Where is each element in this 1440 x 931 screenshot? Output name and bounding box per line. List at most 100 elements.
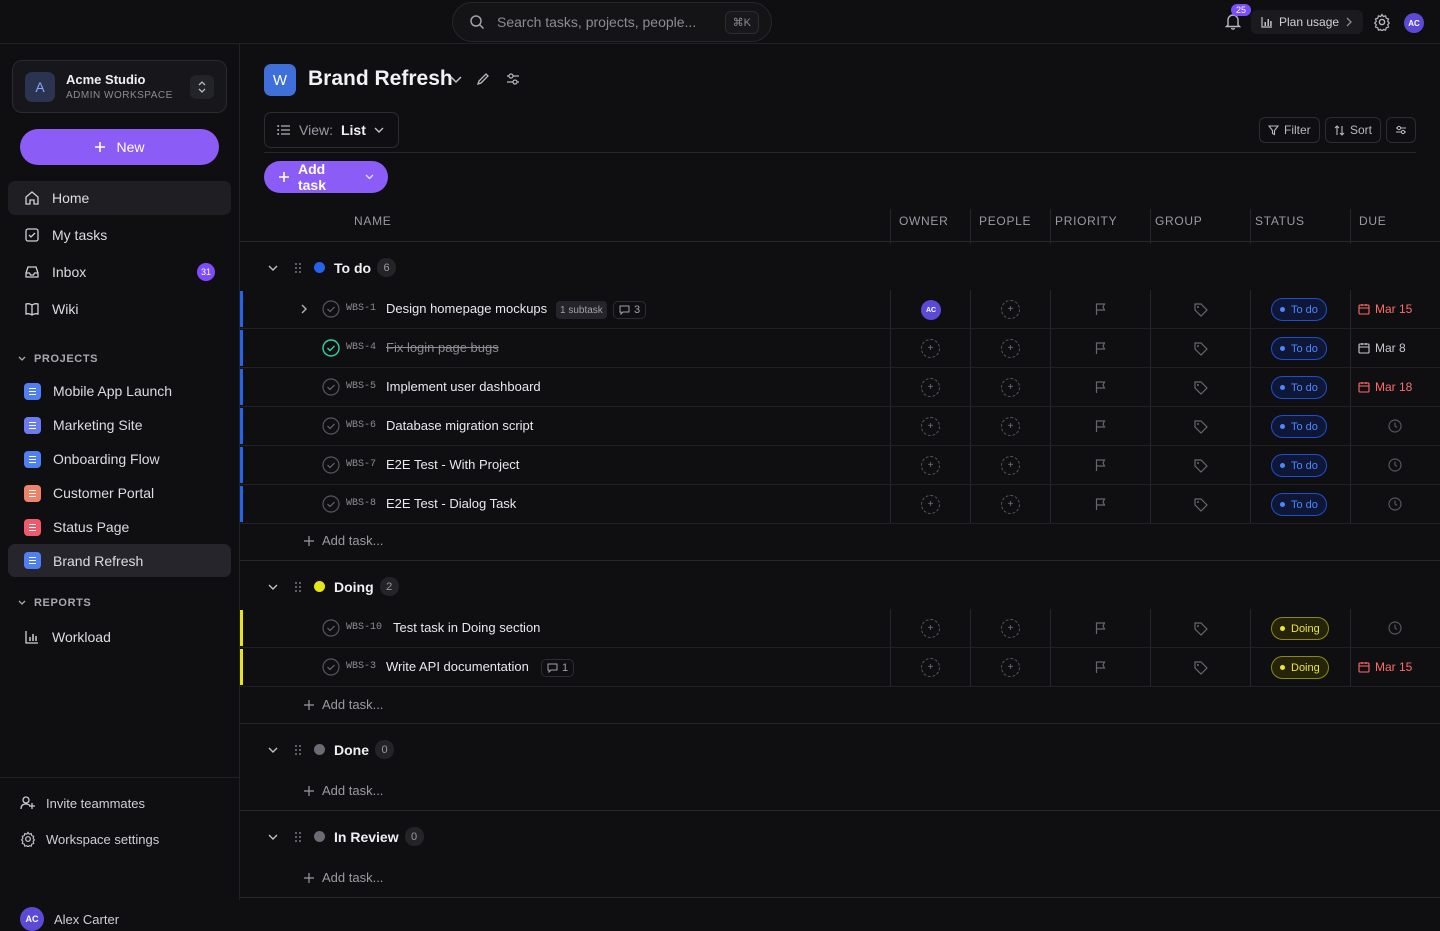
- flag-icon[interactable]: [1095, 498, 1107, 511]
- clock-icon[interactable]: [1388, 419, 1402, 433]
- add-owner-icon[interactable]: +: [921, 378, 940, 397]
- status-badge[interactable]: Doing: [1271, 656, 1329, 679]
- user-avatar[interactable]: AC: [1404, 13, 1424, 33]
- sidebar-item-inbox[interactable]: Inbox 31: [8, 255, 231, 289]
- tag-icon[interactable]: [1194, 420, 1208, 434]
- invite-teammates-button[interactable]: Invite teammates: [20, 795, 145, 811]
- column-header-people[interactable]: PEOPLE: [979, 214, 1031, 228]
- task-name[interactable]: Fix login page bugs: [386, 340, 499, 355]
- tag-icon[interactable]: [1194, 342, 1208, 356]
- column-header-priority[interactable]: PRIORITY: [1055, 214, 1117, 228]
- add-owner-icon[interactable]: +: [921, 456, 940, 475]
- add-task-row[interactable]: Add task...: [304, 870, 383, 885]
- due-date[interactable]: Mar 15: [1358, 302, 1412, 316]
- plan-usage-button[interactable]: Plan usage: [1251, 10, 1364, 34]
- check-circle-icon[interactable]: [322, 300, 340, 318]
- owner-avatar[interactable]: AC: [921, 300, 941, 320]
- add-people-icon[interactable]: +: [1001, 417, 1020, 436]
- chevron-right-icon[interactable]: [300, 303, 308, 315]
- tag-icon[interactable]: [1194, 622, 1208, 636]
- add-people-icon[interactable]: +: [1001, 619, 1020, 638]
- clock-icon[interactable]: [1388, 458, 1402, 472]
- gear-icon[interactable]: [1373, 13, 1391, 31]
- status-badge[interactable]: To do: [1271, 298, 1327, 321]
- group-header-todo[interactable]: To do 6: [268, 258, 397, 277]
- tag-icon[interactable]: [1194, 459, 1208, 473]
- check-circle-icon[interactable]: [322, 339, 340, 357]
- check-circle-icon[interactable]: [322, 619, 340, 637]
- column-header-group[interactable]: GROUP: [1155, 214, 1203, 228]
- sliders-icon[interactable]: [506, 72, 520, 86]
- add-people-icon[interactable]: +: [1001, 339, 1020, 358]
- table-row[interactable]: WBS-5 Implement user dashboard + + To do…: [240, 368, 1440, 407]
- column-header-name[interactable]: NAME: [354, 214, 391, 228]
- table-row[interactable]: WBS-1 Design homepage mockups 1 subtask …: [240, 290, 1440, 329]
- add-owner-icon[interactable]: +: [921, 495, 940, 514]
- flag-icon[interactable]: [1095, 381, 1107, 394]
- group-header-done[interactable]: Done 0: [268, 740, 394, 759]
- sidebar-item-wiki[interactable]: Wiki: [8, 292, 231, 326]
- add-task-row[interactable]: Add task...: [304, 783, 383, 798]
- add-people-icon[interactable]: +: [1001, 378, 1020, 397]
- task-name[interactable]: Design homepage mockups: [386, 301, 547, 316]
- drag-handle-icon[interactable]: [294, 262, 302, 274]
- flag-icon[interactable]: [1095, 303, 1107, 316]
- sidebar-item-customer-portal[interactable]: Customer Portal: [8, 476, 231, 510]
- chevron-updown-icon[interactable]: [190, 74, 214, 99]
- flag-icon[interactable]: [1095, 459, 1107, 472]
- sidebar-item-my-tasks[interactable]: My tasks: [8, 218, 231, 252]
- sidebar-item-workload[interactable]: Workload: [8, 620, 231, 654]
- filter-button[interactable]: Filter: [1259, 117, 1320, 143]
- clock-icon[interactable]: [1388, 621, 1402, 635]
- column-header-status[interactable]: STATUS: [1255, 214, 1305, 228]
- drag-handle-icon[interactable]: [294, 581, 302, 593]
- sidebar-item-marketing-site[interactable]: Marketing Site: [8, 408, 231, 442]
- status-badge[interactable]: To do: [1271, 493, 1327, 516]
- table-row[interactable]: WBS-3 Write API documentation 1 + + Doin…: [240, 648, 1440, 687]
- tag-icon[interactable]: [1194, 381, 1208, 395]
- sidebar-item-brand-refresh[interactable]: Brand Refresh: [8, 544, 231, 577]
- projects-section-toggle[interactable]: PROJECTS: [18, 353, 98, 365]
- group-header-in-review[interactable]: In Review 0: [268, 827, 424, 846]
- check-circle-icon[interactable]: [322, 456, 340, 474]
- add-people-icon[interactable]: +: [1001, 300, 1020, 319]
- table-row[interactable]: WBS-10 Test task in Doing section + + Do…: [240, 609, 1440, 648]
- clock-icon[interactable]: [1388, 497, 1402, 511]
- status-badge[interactable]: To do: [1271, 337, 1327, 360]
- add-people-icon[interactable]: +: [1001, 456, 1020, 475]
- chevron-down-icon[interactable]: [450, 76, 462, 84]
- task-name[interactable]: E2E Test - With Project: [386, 457, 519, 472]
- table-row[interactable]: WBS-7 E2E Test - With Project + + To do: [240, 446, 1440, 485]
- view-options-button[interactable]: [1386, 117, 1416, 143]
- new-button[interactable]: New: [20, 129, 219, 165]
- add-people-icon[interactable]: +: [1001, 658, 1020, 677]
- search-input[interactable]: Search tasks, projects, people... ⌘K: [452, 2, 772, 42]
- add-task-row[interactable]: Add task...: [304, 697, 383, 712]
- add-task-button[interactable]: Add task: [264, 161, 388, 193]
- sidebar-item-status-page[interactable]: Status Page: [8, 510, 231, 544]
- comment-count[interactable]: 1: [541, 659, 575, 677]
- add-people-icon[interactable]: +: [1001, 495, 1020, 514]
- tag-icon[interactable]: [1194, 498, 1208, 512]
- sidebar-item-onboarding-flow[interactable]: Onboarding Flow: [8, 442, 231, 476]
- add-owner-icon[interactable]: +: [921, 658, 940, 677]
- due-date[interactable]: Mar 8: [1358, 341, 1406, 355]
- add-task-row[interactable]: Add task...: [304, 533, 383, 548]
- reports-section-toggle[interactable]: REPORTS: [18, 597, 91, 609]
- flag-icon[interactable]: [1095, 661, 1107, 674]
- flag-icon[interactable]: [1095, 622, 1107, 635]
- sidebar-item-mobile-app-launch[interactable]: Mobile App Launch: [8, 374, 231, 408]
- status-badge[interactable]: Doing: [1271, 617, 1329, 640]
- check-circle-icon[interactable]: [322, 378, 340, 396]
- group-header-doing[interactable]: Doing 2: [268, 577, 399, 596]
- table-row[interactable]: WBS-6 Database migration script + + To d…: [240, 407, 1440, 446]
- table-row[interactable]: WBS-4 Fix login page bugs + + To do Mar …: [240, 329, 1440, 368]
- add-owner-icon[interactable]: +: [921, 339, 940, 358]
- comment-count[interactable]: 3: [613, 301, 647, 319]
- sidebar-item-home[interactable]: Home: [8, 181, 231, 215]
- add-owner-icon[interactable]: +: [921, 619, 940, 638]
- flag-icon[interactable]: [1095, 342, 1107, 355]
- task-name[interactable]: Implement user dashboard: [386, 379, 541, 394]
- pencil-icon[interactable]: [476, 72, 490, 86]
- column-header-due[interactable]: DUE: [1359, 214, 1386, 228]
